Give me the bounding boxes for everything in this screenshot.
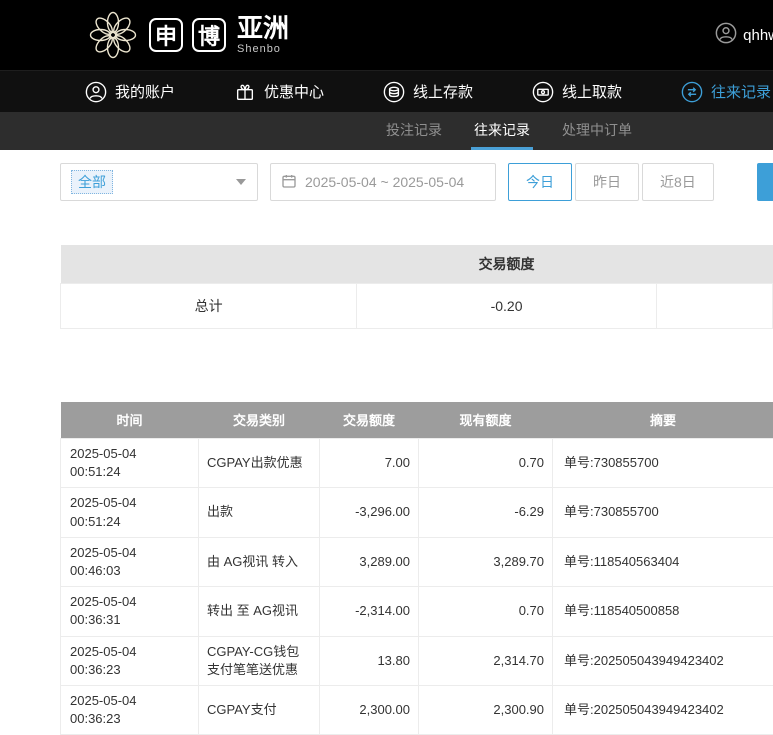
summary-table: 交易额度 总计 -0.20 xyxy=(60,245,773,329)
cell-balance: 2,300.90 xyxy=(419,685,553,734)
top-header: 申 博 亚洲 Shenbo qhhw xyxy=(0,0,773,70)
main-nav: 我的账户 优惠中心 线上存款 xyxy=(0,70,773,112)
nav-item-label: 我的账户 xyxy=(115,81,175,102)
summary-total-label: 总计 xyxy=(61,283,357,328)
nav-item-label: 往来记录 xyxy=(711,81,771,102)
table-row: 2025-05-04 00:36:31转出 至 AG视讯-2,314.000.7… xyxy=(61,587,773,636)
cell-summary: 单号:730855700 xyxy=(553,439,773,488)
cell-amount: -2,314.00 xyxy=(320,587,419,636)
filter-row: 全部 2025-05-04 ~ 2025-05-04 今日 昨日 近8日 xyxy=(60,150,773,201)
cell-time: 2025-05-04 00:46:03 xyxy=(61,537,199,586)
gift-icon xyxy=(234,81,256,103)
table-row: 2025-05-04 00:51:24CGPAY出款优惠7.000.70单号:7… xyxy=(61,439,773,488)
nav-item-promotions[interactable]: 优惠中心 xyxy=(234,81,324,103)
cell-balance: 2,314.70 xyxy=(419,636,553,685)
flower-logo-icon xyxy=(86,8,140,62)
logo-char-shen: 申 xyxy=(149,18,183,52)
cell-type: CGPAY支付 xyxy=(199,685,320,734)
cell-summary: 单号:118540500858 xyxy=(553,587,773,636)
tab-transaction-records[interactable]: 往来记录 xyxy=(471,112,533,150)
cell-summary: 单号:202505043949423402 xyxy=(553,636,773,685)
transactions-table: 时间 交易类别 交易额度 现有额度 摘要 2025-05-04 00:51:24… xyxy=(60,402,773,735)
table-row: 2025-05-04 00:36:23CGPAY支付2,300.002,300.… xyxy=(61,685,773,734)
nav-item-label: 线上取款 xyxy=(562,81,622,102)
cell-time: 2025-05-04 00:36:23 xyxy=(61,685,199,734)
cell-amount: 2,300.00 xyxy=(320,685,419,734)
cell-type: 出款 xyxy=(199,488,320,537)
column-header-summary: 摘要 xyxy=(553,402,773,439)
today-button[interactable]: 今日 xyxy=(508,163,572,201)
username: qhhw xyxy=(743,27,773,44)
summary-header-row: 交易额度 xyxy=(61,245,773,283)
summary-header-spacer xyxy=(61,245,357,283)
category-dropdown-value: 全部 xyxy=(71,170,113,194)
cell-type: CGPAY出款优惠 xyxy=(199,439,320,488)
cell-type: CGPAY-CG钱包支付笔笔送优惠 xyxy=(199,636,320,685)
summary-empty-cell xyxy=(656,283,772,328)
records-subnav: 投注记录 往来记录 处理中订单 xyxy=(0,112,773,150)
column-header-amount: 交易额度 xyxy=(320,402,419,439)
deposit-coins-icon xyxy=(383,81,405,103)
logo[interactable]: 申 博 亚洲 Shenbo xyxy=(86,8,289,62)
summary-header-label: 交易额度 xyxy=(357,245,657,283)
transfer-arrows-icon xyxy=(681,81,703,103)
tab-processing-orders[interactable]: 处理中订单 xyxy=(559,112,635,150)
table-row: 2025-05-04 00:36:23CGPAY-CG钱包支付笔笔送优惠13.8… xyxy=(61,636,773,685)
quick-date-buttons: 今日 昨日 近8日 xyxy=(508,163,714,201)
column-header-time: 时间 xyxy=(61,402,199,439)
column-header-type: 交易类别 xyxy=(199,402,320,439)
date-range-picker[interactable]: 2025-05-04 ~ 2025-05-04 xyxy=(270,163,496,201)
nav-item-withdraw[interactable]: 线上取款 xyxy=(532,81,622,103)
tab-betting-records[interactable]: 投注记录 xyxy=(383,112,445,150)
user-avatar-icon xyxy=(715,22,737,48)
cell-summary: 单号:202505043949423402 xyxy=(553,685,773,734)
user-account[interactable]: qhhw xyxy=(715,22,773,48)
cell-amount: 13.80 xyxy=(320,636,419,685)
withdraw-banknote-icon xyxy=(532,81,554,103)
nav-item-deposit[interactable]: 线上存款 xyxy=(383,81,473,103)
nav-item-my-account[interactable]: 我的账户 xyxy=(85,81,175,103)
cell-time: 2025-05-04 00:36:23 xyxy=(61,636,199,685)
user-circle-icon xyxy=(85,81,107,103)
yesterday-button[interactable]: 昨日 xyxy=(575,163,639,201)
table-row: 2025-05-04 00:46:03由 AG视讯 转入3,289.003,28… xyxy=(61,537,773,586)
cell-type: 转出 至 AG视讯 xyxy=(199,587,320,636)
nav-item-transaction-records[interactable]: 往来记录 xyxy=(681,81,771,103)
cell-summary: 单号:118540563404 xyxy=(553,537,773,586)
chevron-down-icon xyxy=(236,179,246,185)
cell-time: 2025-05-04 00:51:24 xyxy=(61,488,199,537)
cell-amount: 7.00 xyxy=(320,439,419,488)
cell-time: 2025-05-04 00:51:24 xyxy=(61,439,199,488)
logo-char-bo: 博 xyxy=(192,18,226,52)
main-content: 全部 2025-05-04 ~ 2025-05-04 今日 昨日 近8日 交易额… xyxy=(0,150,773,735)
tx-tbody: 2025-05-04 00:51:24CGPAY出款优惠7.000.70单号:7… xyxy=(61,439,773,735)
cell-summary: 单号:730855700 xyxy=(553,488,773,537)
cell-balance: 0.70 xyxy=(419,439,553,488)
calendar-icon xyxy=(281,173,297,192)
cell-type: 由 AG视讯 转入 xyxy=(199,537,320,586)
summary-row: 总计 -0.20 xyxy=(61,283,773,328)
cell-time: 2025-05-04 00:36:31 xyxy=(61,587,199,636)
table-row: 2025-05-04 00:51:24出款-3,296.00-6.29单号:73… xyxy=(61,488,773,537)
query-button[interactable] xyxy=(757,163,773,201)
cell-balance: 0.70 xyxy=(419,587,553,636)
cell-amount: 3,289.00 xyxy=(320,537,419,586)
nav-item-label: 优惠中心 xyxy=(264,81,324,102)
category-dropdown[interactable]: 全部 xyxy=(60,163,258,201)
summary-total-value: -0.20 xyxy=(357,283,657,328)
summary-header-spacer xyxy=(656,245,772,283)
column-header-balance: 现有额度 xyxy=(419,402,553,439)
cell-balance: 3,289.70 xyxy=(419,537,553,586)
cell-balance: -6.29 xyxy=(419,488,553,537)
nav-item-label: 线上存款 xyxy=(413,81,473,102)
last-8-days-button[interactable]: 近8日 xyxy=(642,163,714,201)
date-range-value: 2025-05-04 ~ 2025-05-04 xyxy=(305,174,464,190)
transactions-header-row: 时间 交易类别 交易额度 现有额度 摘要 xyxy=(61,402,773,439)
logo-region-block: 亚洲 Shenbo xyxy=(237,15,289,54)
cell-amount: -3,296.00 xyxy=(320,488,419,537)
logo-subtitle: Shenbo xyxy=(237,43,289,55)
logo-region: 亚洲 xyxy=(237,15,289,42)
